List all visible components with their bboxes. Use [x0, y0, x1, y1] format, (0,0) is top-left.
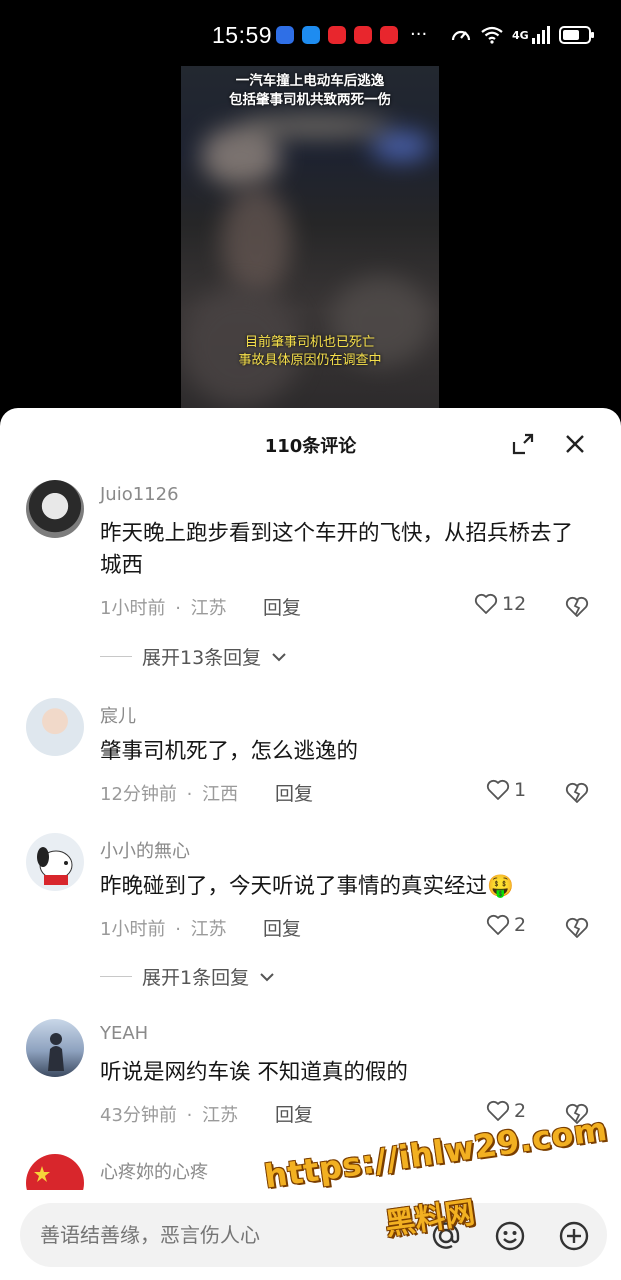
- notification-app-icon: [328, 26, 346, 44]
- heart-icon: [486, 914, 510, 935]
- reply-button[interactable]: 回复: [275, 1100, 313, 1127]
- avatar[interactable]: [26, 833, 84, 891]
- notification-app-icon: [354, 26, 372, 44]
- comment-text: 昨晚碰到了，今天听说了事情的真实经过🤑: [100, 874, 514, 899]
- comment-username[interactable]: 小小的無心: [100, 837, 190, 863]
- video-frame[interactable]: 一汽车撞上电动车后逃逸 包括肇事司机共致两死一伤 目前肇事司机也已死亡 事故具体…: [181, 66, 439, 416]
- speed-icon: [451, 30, 471, 41]
- comment-input-bar: [0, 1190, 621, 1280]
- like-count: 12: [502, 593, 527, 615]
- dislike-icon[interactable]: [565, 916, 589, 940]
- notification-app-icon: [302, 26, 320, 44]
- status-more: ···: [410, 24, 428, 45]
- comment-username[interactable]: YEAH: [100, 1023, 148, 1044]
- reply-button[interactable]: 回复: [263, 914, 301, 941]
- comment-meta: 1小时前 · 江苏: [100, 919, 227, 940]
- emoji: 🤑: [487, 874, 514, 899]
- avatar[interactable]: [26, 698, 84, 756]
- network-type: 4G: [512, 28, 529, 42]
- reply-button[interactable]: 回复: [275, 779, 313, 806]
- comment-text: 昨天晚上跑步看到这个车开的飞快，从招兵桥去了城西: [100, 521, 574, 578]
- comment-username[interactable]: Juio1126: [100, 484, 179, 505]
- expand-icon[interactable]: [511, 432, 535, 456]
- comment-text: 肇事司机死了，怎么逃逸的: [100, 739, 359, 764]
- battery-icon: [558, 26, 594, 44]
- heart-icon: [486, 779, 510, 800]
- like-button[interactable]: 1: [486, 779, 526, 801]
- person-silhouette-icon: [48, 1033, 64, 1071]
- status-bar: 15:59 ··· 4G: [0, 0, 621, 66]
- like-button[interactable]: 2: [486, 914, 526, 936]
- video-player[interactable]: 一汽车撞上电动车后逃逸 包括肇事司机共致两死一伤 目前肇事司机也已死亡 事故具体…: [0, 66, 621, 416]
- expand-replies-button[interactable]: 展开13条回复: [100, 643, 287, 670]
- comment-meta: 12分钟前 · 江西: [100, 784, 239, 805]
- like-button[interactable]: 12: [474, 593, 526, 615]
- heart-icon: [486, 1100, 510, 1121]
- dislike-icon[interactable]: [565, 595, 589, 619]
- add-icon[interactable]: [558, 1220, 590, 1252]
- comment-username[interactable]: 心疼妳的心疼: [100, 1158, 208, 1184]
- video-caption-top: 一汽车撞上电动车后逃逸 包括肇事司机共致两死一伤: [229, 73, 391, 108]
- notification-app-icon: [276, 26, 294, 44]
- snoopy-avatar-icon: [37, 847, 73, 885]
- comment-input[interactable]: [40, 1223, 420, 1247]
- comment-meta: 43分钟前 · 江苏: [100, 1105, 239, 1126]
- avatar[interactable]: [26, 480, 84, 538]
- comment-meta: 1小时前 · 江苏: [100, 598, 227, 619]
- comment-username[interactable]: 宸儿: [100, 702, 136, 728]
- status-app-icons: ···: [276, 26, 427, 44]
- comment-text: 听说是网约车诶 不知道真的假的: [100, 1060, 408, 1085]
- like-count: 2: [514, 914, 527, 936]
- emoji-icon[interactable]: [494, 1220, 526, 1252]
- expand-replies-button[interactable]: 展开1条回复: [100, 963, 275, 990]
- wifi-icon: [481, 26, 503, 44]
- heart-icon: [474, 593, 498, 614]
- like-count: 1: [514, 779, 527, 801]
- status-indicators: 4G: [450, 24, 595, 46]
- like-count: 2: [514, 1100, 527, 1122]
- chevron-down-icon: [272, 652, 286, 661]
- reply-button[interactable]: 回复: [263, 593, 301, 620]
- signal-icon: [531, 26, 550, 44]
- notification-app-icon: [380, 26, 398, 44]
- close-icon[interactable]: [563, 432, 587, 456]
- video-caption-bottom: 目前肇事司机也已死亡 事故具体原因仍在调查中: [238, 335, 382, 368]
- chevron-down-icon: [260, 972, 274, 981]
- status-time: 15:59: [212, 22, 273, 48]
- avatar[interactable]: [26, 1019, 84, 1077]
- dislike-icon[interactable]: [565, 781, 589, 805]
- like-button[interactable]: 2: [486, 1100, 526, 1122]
- comment-input-container[interactable]: [20, 1203, 607, 1267]
